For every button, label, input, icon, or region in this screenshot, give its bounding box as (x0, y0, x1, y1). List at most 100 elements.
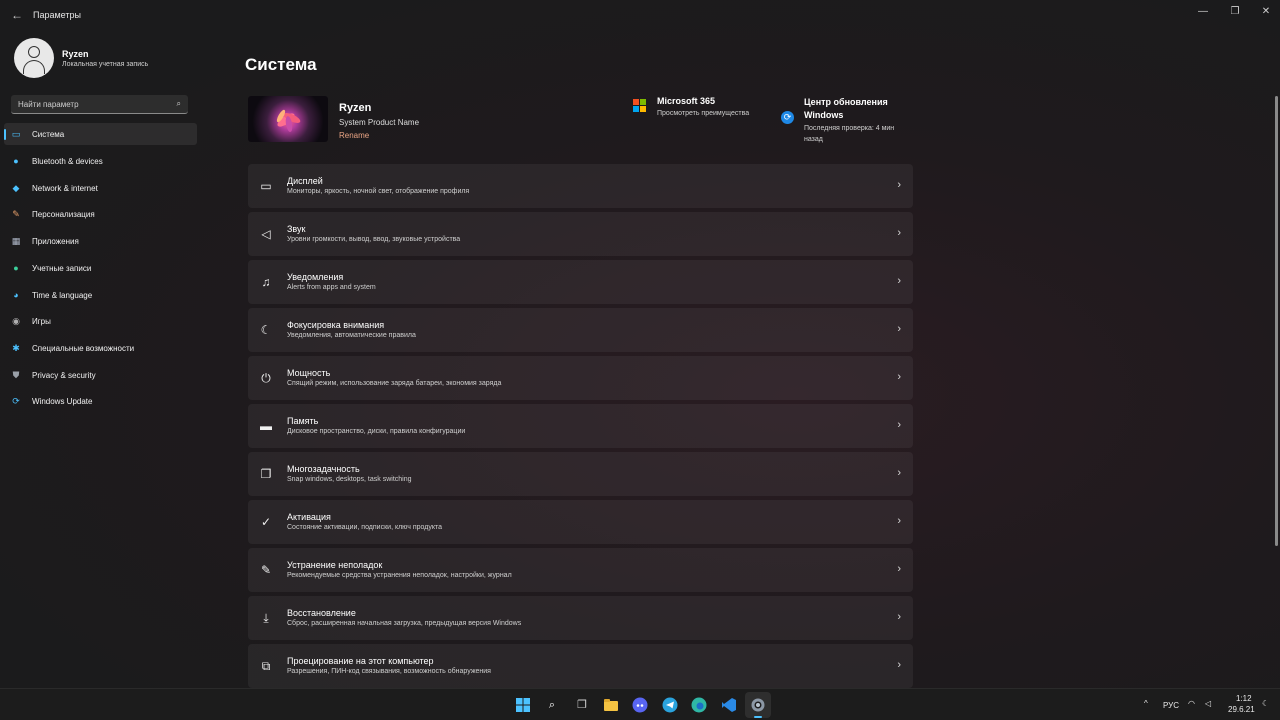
volume-icon[interactable]: ◁ (1205, 699, 1211, 708)
task-view-icon[interactable]: ❐ (574, 697, 590, 713)
card-subtitle: Спящий режим, использование заряда батар… (287, 380, 502, 387)
edge-icon[interactable] (691, 697, 707, 713)
settings-card-power[interactable]: ⏻ Мощность Спящий режим, использование з… (248, 356, 913, 400)
rename-link[interactable]: Rename (339, 131, 369, 140)
card-title: Устранение неполадок (287, 560, 383, 570)
settings-card-troubleshoot[interactable]: ✎ Устранение неполадок Рекомендуемые сре… (248, 548, 913, 592)
card-subtitle: Уровни громкости, вывод, ввод, звуковые … (287, 236, 461, 243)
chevron-right-icon: › (897, 611, 901, 623)
card-subtitle: Сброс, расширенная начальная загрузка, п… (287, 620, 522, 627)
check-circle-icon: ✓ (260, 515, 272, 529)
vscode-icon[interactable] (721, 697, 737, 713)
update-title: Центр обновления Windows (804, 97, 888, 120)
language-indicator[interactable]: РУС (1163, 701, 1179, 710)
maximize-button[interactable]: ❐ (1228, 5, 1242, 19)
settings-icon[interactable] (750, 697, 766, 713)
sidebar-item-bluetooth[interactable]: ● Bluetooth & devices (4, 150, 197, 172)
settings-card-recovery[interactable]: ⤓ Восстановление Сброс, расширенная нача… (248, 596, 913, 640)
settings-card-activation[interactable]: ✓ Активация Состояние активации, подписк… (248, 500, 913, 544)
microsoft-logo-icon (633, 99, 646, 112)
settings-card-projection[interactable]: ⧉ Проецирование на этот компьютер Разреш… (248, 644, 913, 688)
person-icon: ● (13, 263, 19, 273)
settings-card-multitasking[interactable]: ❐ Многозадачность Snap windows, desktops… (248, 452, 913, 496)
card-subtitle: Alerts from apps and system (287, 284, 376, 291)
card-subtitle: Мониторы, яркость, ночной свет, отображе… (287, 188, 470, 195)
chevron-right-icon: › (897, 227, 901, 239)
minimize-button[interactable]: — (1196, 5, 1210, 19)
card-title: Многозадачность (287, 464, 360, 474)
sidebar-item-personalization[interactable]: ✎ Персонализация (4, 203, 197, 225)
search-input[interactable]: Найти параметр ⌕ (11, 95, 188, 114)
notification-moon-icon[interactable]: ☾ (1262, 699, 1269, 708)
settings-card-storage[interactable]: ▬ Память Дисковое пространство, диски, п… (248, 404, 913, 448)
sidebar-item-privacy[interactable]: ⛊ Privacy & security (4, 364, 197, 386)
card-title: Восстановление (287, 608, 356, 618)
display-icon: ▭ (260, 179, 272, 193)
sidebar-item-apps[interactable]: ▦ Приложения (4, 230, 197, 252)
card-subtitle: Состояние активации, подписки, ключ прод… (287, 524, 443, 531)
sidebar-item-label: Windows Update (32, 397, 93, 406)
card-title: Мощность (287, 368, 331, 378)
card-subtitle: Дисковое пространство, диски, правила ко… (287, 428, 466, 435)
settings-card-notifications[interactable]: ♫ Уведомления Alerts from apps and syste… (248, 260, 913, 304)
gamepad-icon: ◉ (12, 316, 20, 326)
sidebar-item-label: Bluetooth & devices (32, 157, 103, 166)
card-subtitle: Рекомендуемые средства устранения непола… (287, 572, 512, 579)
taskbar: ⌕ ❐ ^ РУС ◠ ◁ 1:12 29.6.21 ☾ (0, 688, 1280, 720)
update-icon: ⟳ (781, 111, 794, 124)
storage-icon: ▬ (260, 419, 272, 433)
tray-overflow-chevron-icon[interactable]: ^ (1144, 699, 1148, 708)
sidebar-item-network[interactable]: ◆ Network & internet (4, 177, 197, 199)
person-head-icon (28, 46, 40, 58)
search-icon[interactable]: ⌕ (544, 697, 560, 713)
card-subtitle: Разрешения, ПИН-код связывания, возможно… (287, 668, 491, 675)
file-explorer-icon[interactable] (603, 697, 619, 713)
sidebar-item-label: Учетные записи (32, 264, 92, 273)
ms365-subtitle: Просмотреть преимущества (657, 110, 750, 117)
chevron-right-icon: › (897, 275, 901, 287)
card-title: Уведомления (287, 272, 344, 282)
settings-card-display[interactable]: ▭ Дисплей Мониторы, яркость, ночной свет… (248, 164, 913, 208)
sidebar-item-time-language[interactable]: ◕ Time & language (4, 284, 197, 306)
person-body-icon (23, 60, 45, 74)
sidebar-item-label: Time & language (32, 291, 93, 300)
clock-date[interactable]: 29.6.21 (1228, 705, 1255, 714)
speaker-icon: ◁ (261, 227, 271, 241)
wifi-icon: ◆ (12, 183, 20, 193)
scrollbar[interactable] (1275, 96, 1278, 546)
chevron-right-icon: › (897, 563, 901, 575)
card-title: Дисплей (287, 176, 323, 186)
recovery-icon: ⤓ (263, 611, 269, 625)
back-arrow-icon[interactable]: ← (10, 8, 24, 22)
brush-icon: ✎ (12, 209, 20, 219)
wifi-icon[interactable]: ◠ (1188, 699, 1195, 708)
card-title: Память (287, 416, 319, 426)
sidebar-item-label: Система (32, 130, 65, 139)
moon-icon: ☾ (260, 323, 272, 337)
active-indicator (4, 129, 6, 140)
close-button[interactable]: ✕ (1259, 5, 1273, 19)
settings-card-focus-assist[interactable]: ☾ Фокусировка внимания Уведомления, авто… (248, 308, 913, 352)
profile-account-type: Локальная учетная запись (62, 61, 149, 68)
card-title: Проецирование на этот компьютер (287, 656, 434, 666)
avatar (14, 38, 54, 78)
profile-name: Ryzen (62, 49, 89, 59)
sidebar-item-accounts[interactable]: ● Учетные записи (4, 257, 197, 279)
sidebar-item-windows-update[interactable]: ⟳ Windows Update (4, 390, 197, 412)
chevron-right-icon: › (897, 467, 901, 479)
sidebar-item-accessibility[interactable]: ✱ Специальные возможности (4, 337, 197, 359)
flower-image (276, 109, 301, 132)
sidebar-item-gaming[interactable]: ◉ Игры (4, 310, 197, 332)
card-title: Фокусировка внимания (287, 320, 385, 330)
settings-card-sound[interactable]: ◁ Звук Уровни громкости, вывод, ввод, зв… (248, 212, 913, 256)
start-icon[interactable] (515, 697, 531, 713)
chevron-right-icon: › (897, 371, 901, 383)
projection-icon: ⧉ (261, 659, 271, 673)
telegram-icon[interactable] (662, 697, 678, 713)
sidebar-item-system[interactable]: ▭ Система (4, 123, 197, 145)
discord-icon[interactable] (632, 697, 648, 713)
clock-time[interactable]: 1:12 (1236, 694, 1252, 703)
multitask-icon: ❐ (260, 467, 272, 481)
update-subtitle: Последняя проверка: 4 мин назад (804, 125, 895, 143)
device-wallpaper-thumbnail (248, 96, 328, 142)
